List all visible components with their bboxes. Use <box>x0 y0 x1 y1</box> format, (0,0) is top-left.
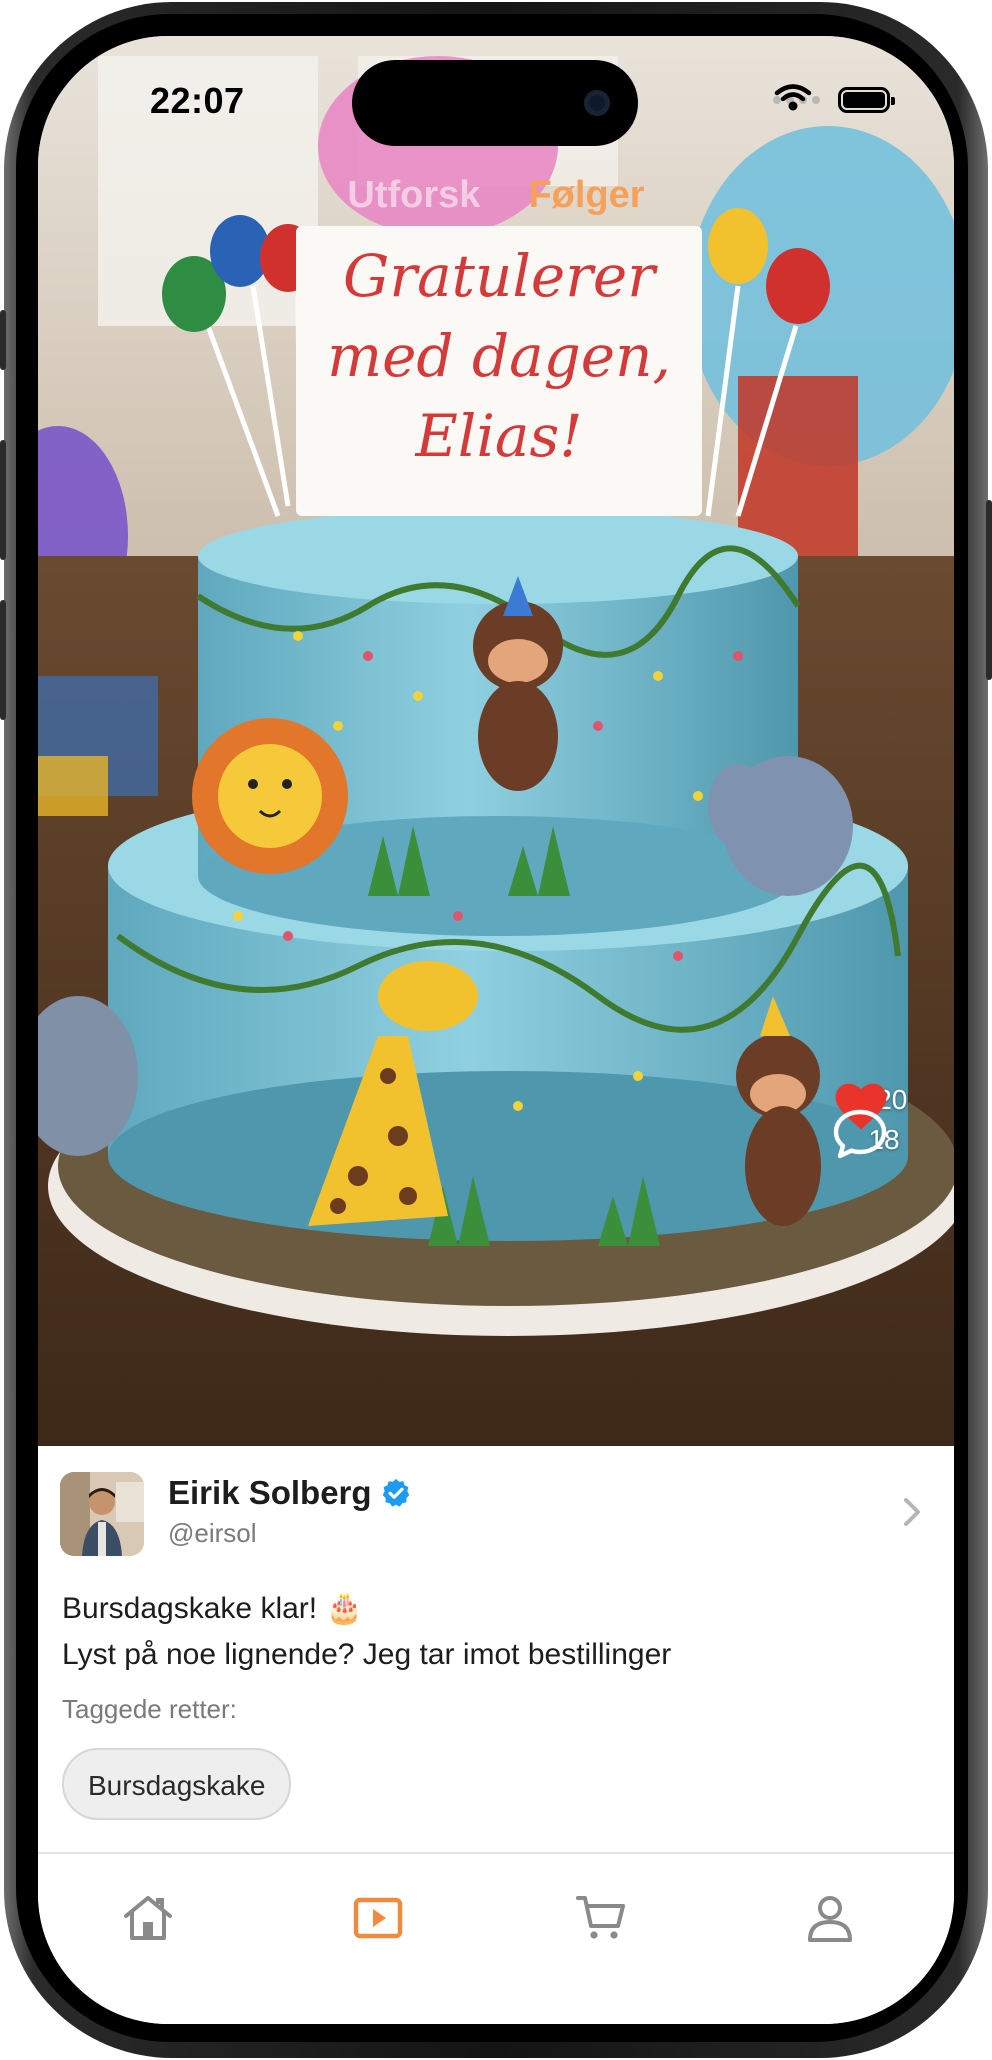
home-icon[interactable] <box>120 1890 176 1946</box>
author-handle[interactable]: @eirsol <box>168 1518 257 1549</box>
feed-tabs: Utforsk Følger <box>38 174 954 217</box>
post-caption: Bursdagskake klar! 🎂 Lyst på noe lignend… <box>62 1586 671 1678</box>
post-info-panel: Eirik Solberg @eirsol Bursdagskake klar!… <box>38 1446 954 1854</box>
tab-utforsk[interactable]: Utforsk <box>347 174 480 217</box>
bottom-tabbar <box>38 1854 954 2024</box>
verified-badge-icon <box>382 1479 409 1507</box>
status-time: 22:07 <box>150 80 245 121</box>
screen: Gratulerer med dagen, Elias! 22:07 Utfor… <box>38 36 954 2024</box>
side-button-left-1 <box>0 310 6 370</box>
caption-line: Lyst på noe lignende? Jeg tar imot besti… <box>62 1638 672 1671</box>
author-avatar[interactable] <box>60 1472 144 1556</box>
cake-topper-line: Gratulerer <box>343 242 655 310</box>
cart-icon[interactable] <box>574 1890 630 1946</box>
battery-icon <box>838 87 895 113</box>
cake-topper-text: Gratulerer med dagen, Elias! <box>296 236 702 476</box>
author-name-text: Eirik Solberg <box>168 1474 372 1511</box>
caption-line: Bursdagskake klar! 🎂 <box>62 1592 363 1625</box>
post-actions: 120 18 <box>830 1076 938 1159</box>
wifi-icon <box>774 84 812 111</box>
chevron-right-icon[interactable] <box>898 1494 926 1530</box>
post-media[interactable]: Gratulerer med dagen, Elias! 22:07 Utfor… <box>38 36 954 1446</box>
status-icons <box>773 82 895 118</box>
side-button-left-2 <box>0 440 6 560</box>
tab-folger[interactable]: Følger <box>528 174 644 217</box>
comment-bubble-icon[interactable] <box>830 1106 890 1162</box>
author-name[interactable]: Eirik Solberg <box>168 1474 412 1512</box>
cake-topper-line: Elias! <box>415 402 583 470</box>
cake-topper-line: med dagen, <box>327 322 671 390</box>
tagged-dishes-label: Taggede retter: <box>62 1694 237 1724</box>
play-icon[interactable] <box>350 1890 406 1946</box>
side-button-right <box>986 500 992 680</box>
front-camera <box>584 90 610 116</box>
tag-chip-bursdagskake[interactable]: Bursdagskake <box>62 1748 292 1820</box>
profile-icon[interactable] <box>802 1890 858 1946</box>
side-button-left-3 <box>0 600 6 720</box>
dynamic-island <box>352 60 638 146</box>
